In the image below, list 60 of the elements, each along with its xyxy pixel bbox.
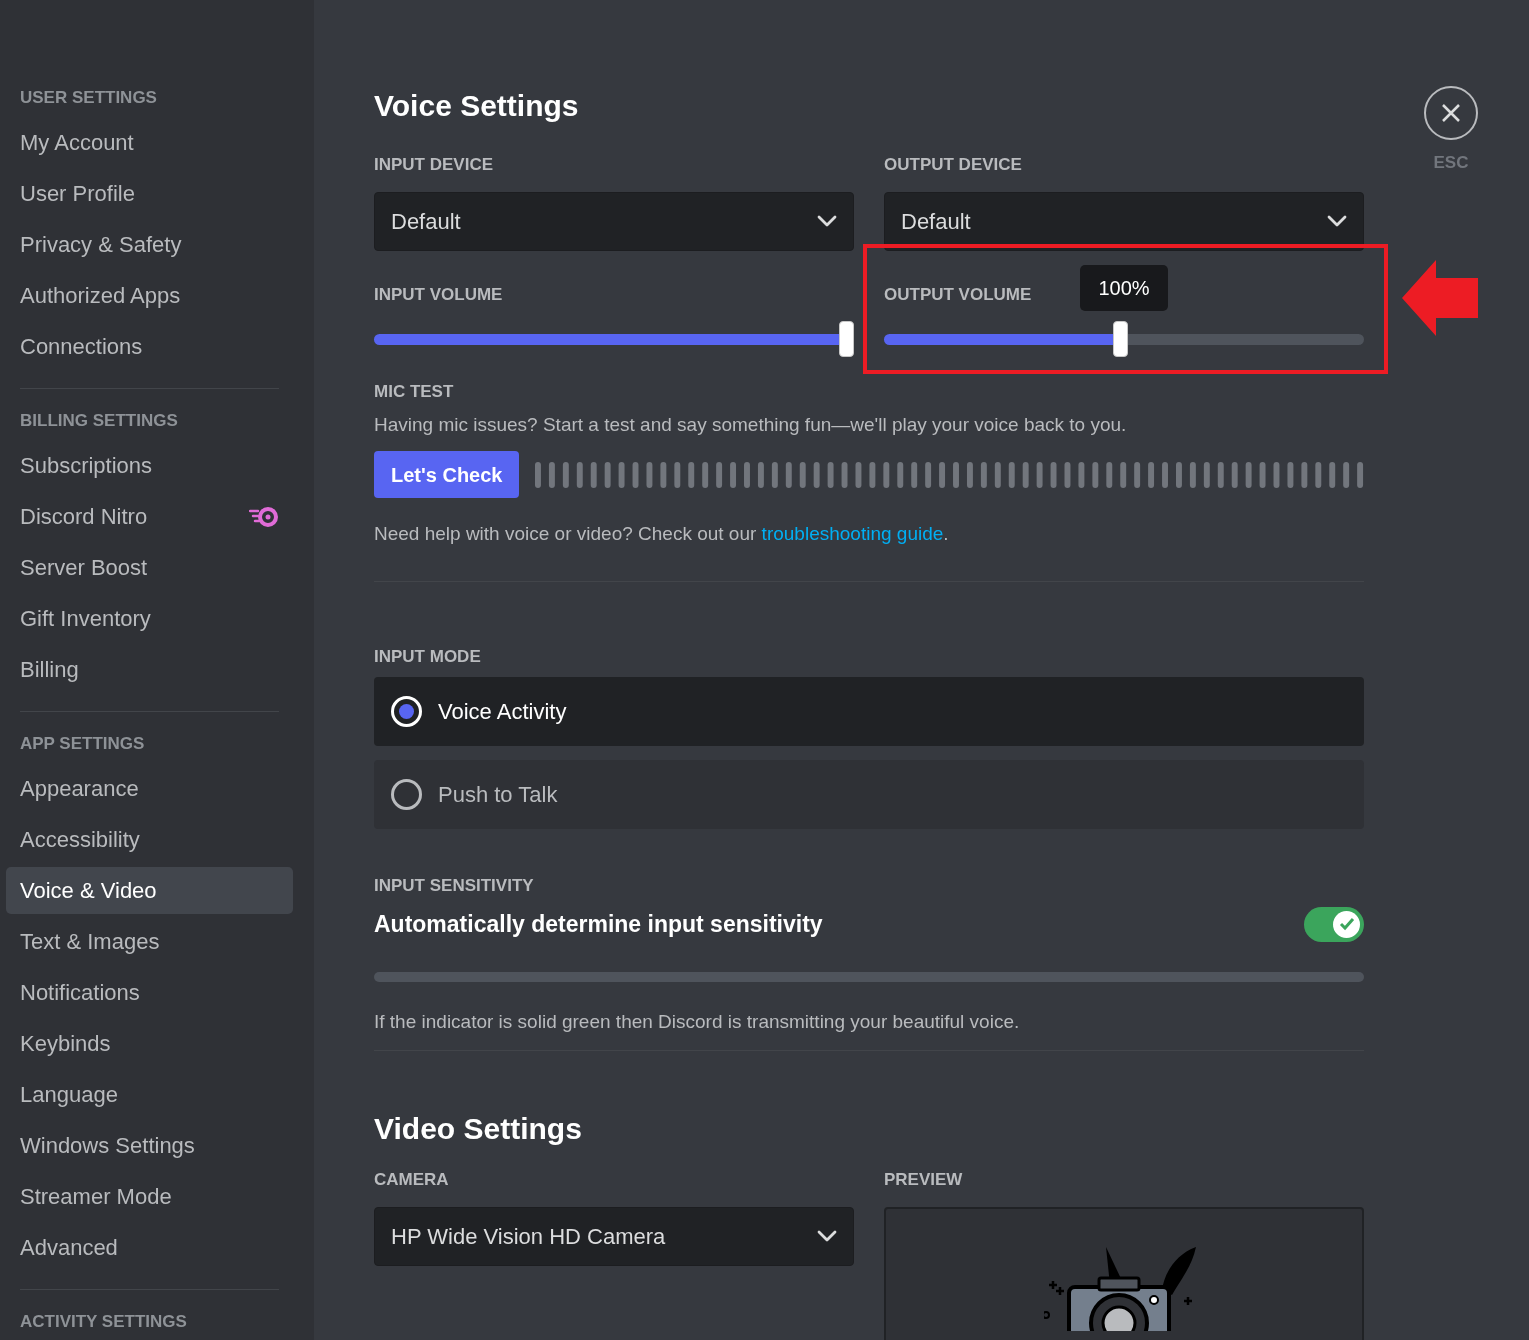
- close-icon: [1441, 103, 1461, 123]
- value-tooltip: 100%: [1080, 265, 1168, 311]
- sidebar-item[interactable]: Advanced: [6, 1224, 293, 1271]
- sidebar-item[interactable]: Voice & Video: [6, 867, 293, 914]
- chevron-down-icon: [1327, 215, 1347, 227]
- sidebar-item[interactable]: User Profile: [6, 170, 293, 217]
- section-label: CAMERA: [374, 1169, 449, 1191]
- radio-option[interactable]: Voice Activity: [374, 677, 1364, 746]
- lets-check-button[interactable]: Let's Check: [374, 451, 520, 498]
- sidebar-item[interactable]: Billing: [6, 646, 293, 693]
- mic-test-description: Having mic issues? Start a test and say something fun—we'll play your voice back to you.: [374, 412, 1128, 437]
- sidebar-item[interactable]: Appearance: [6, 765, 293, 812]
- sidebar-item[interactable]: Windows Settings: [6, 1122, 293, 1169]
- sidebar-item[interactable]: Language: [6, 1071, 293, 1118]
- dropdown-select[interactable]: Default: [374, 191, 854, 251]
- chevron-down-icon: [817, 1230, 837, 1242]
- check-icon: [1338, 917, 1355, 931]
- sidebar-item[interactable]: Accessibility: [6, 816, 293, 863]
- dropdown-select[interactable]: HP Wide Vision HD Camera: [374, 1206, 854, 1266]
- sidebar-heading: APP SETTINGS: [19, 733, 146, 755]
- chevron-down-icon: [817, 215, 837, 227]
- sidebar-item[interactable]: Keybinds: [6, 1020, 293, 1067]
- sidebar-item[interactable]: My Account: [6, 119, 293, 166]
- sidebar-item[interactable]: Text & Images: [6, 918, 293, 965]
- section-title: Video Settings: [374, 1111, 583, 1147]
- page-title: Voice Settings: [374, 88, 580, 124]
- sidebar-item[interactable]: Connections: [6, 323, 293, 370]
- section-label: MIC TEST: [374, 381, 454, 403]
- toggle-switch[interactable]: [1304, 906, 1364, 942]
- sidebar-item[interactable]: Gift Inventory: [6, 595, 293, 642]
- radio-option[interactable]: Push to Talk: [374, 760, 1364, 829]
- section-label: PREVIEW: [884, 1169, 963, 1191]
- sidebar-item[interactable]: Subscriptions: [6, 442, 293, 489]
- slider-handle[interactable]: [1113, 321, 1128, 357]
- sidebar-heading: USER SETTINGS: [19, 87, 158, 109]
- esc-label: ESC: [1433, 152, 1469, 174]
- section-label: OUTPUT DEVICE: [884, 154, 1022, 176]
- section-label: INPUT SENSITIVITY: [374, 875, 534, 897]
- section-label: INPUT VOLUME: [374, 283, 503, 306]
- nitro-icon: [249, 505, 279, 528]
- sidebar-item[interactable]: Privacy & Safety: [6, 221, 293, 268]
- slider-handle[interactable]: [839, 321, 854, 357]
- close-button[interactable]: [1424, 86, 1478, 140]
- troubleshooting-link[interactable]: troubleshooting guide: [761, 523, 944, 544]
- sidebar-item[interactable]: Authorized Apps: [6, 272, 293, 319]
- volume-slider[interactable]: [374, 321, 854, 357]
- sidebar-heading: BILLING SETTINGS: [19, 410, 179, 432]
- section-label: INPUT MODE: [374, 645, 481, 668]
- sidebar-item[interactable]: Discord Nitro: [6, 493, 293, 540]
- sensitivity-note: If the indicator is solid green then Discord is transmitting your beautiful voice.: [374, 1009, 1021, 1034]
- help-text: Need help with voice or video? Check out our troubleshooting guide.: [374, 522, 950, 546]
- sidebar-item[interactable]: Notifications: [6, 969, 293, 1016]
- section-label: OUTPUT VOLUME: [884, 283, 1032, 306]
- sidebar-item[interactable]: Server Boost: [6, 544, 293, 591]
- sidebar-item[interactable]: Streamer Mode: [6, 1173, 293, 1220]
- toggle-label: Automatically determine input sensitivity: [374, 909, 823, 939]
- section-label: INPUT DEVICE: [374, 154, 494, 176]
- sidebar-heading: ACTIVITY SETTINGS: [19, 1311, 188, 1333]
- pointer-arrow-icon: [1402, 259, 1478, 336]
- dropdown-select[interactable]: Default: [884, 191, 1364, 251]
